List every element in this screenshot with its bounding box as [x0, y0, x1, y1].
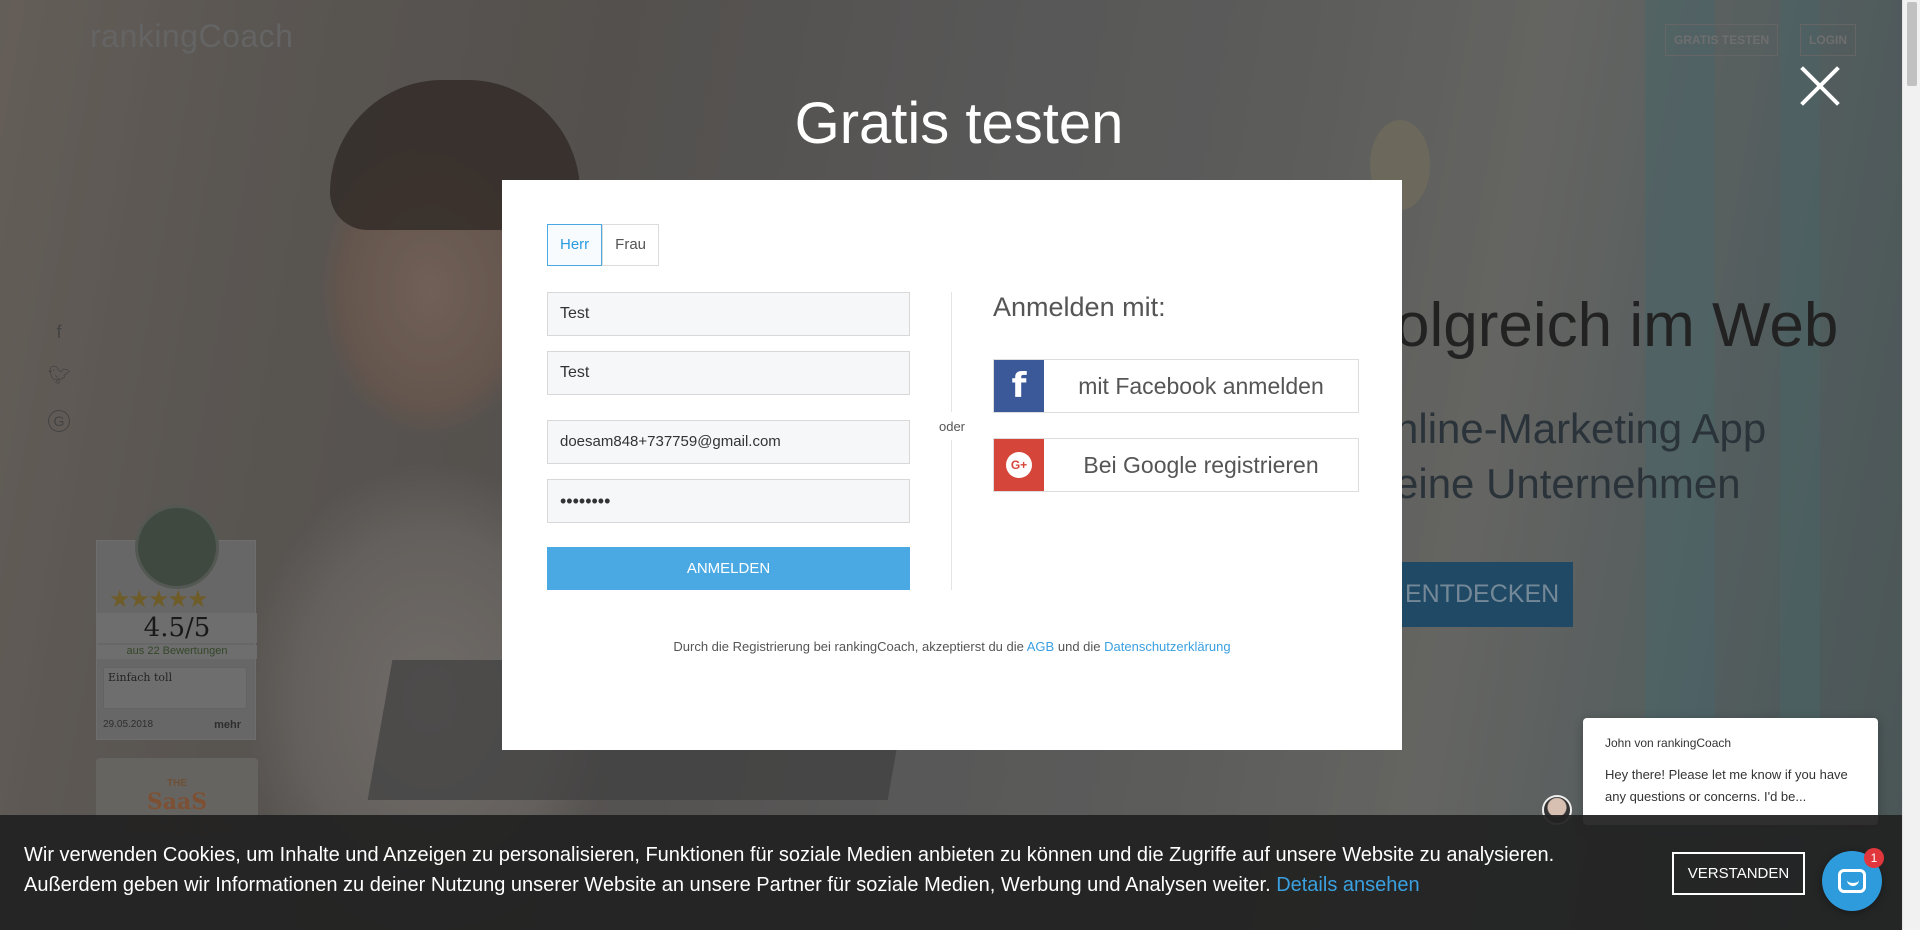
- last-name-field[interactable]: Test: [547, 351, 910, 395]
- cookie-text-line2: Außerdem geben wir Informationen zu dein…: [24, 874, 1271, 896]
- signup-modal: Herr Frau Test Test doesam848+737759@gma…: [502, 180, 1402, 750]
- divider-or-label: oder: [938, 419, 966, 434]
- social-login-title: Anmelden mit:: [993, 292, 1166, 322]
- page-scrollbar[interactable]: [1902, 0, 1920, 930]
- salutation-toggle: Herr Frau: [547, 224, 660, 266]
- modal-title: Gratis testen: [794, 91, 1124, 156]
- close-icon[interactable]: [1795, 60, 1845, 110]
- terms-prefix: Durch die Registrierung bei rankingCoach…: [673, 639, 1024, 654]
- salutation-herr[interactable]: Herr: [547, 224, 603, 266]
- privacy-link[interactable]: Datenschutzerklärung: [1104, 639, 1230, 654]
- chat-unread-badge: 1: [1864, 848, 1884, 868]
- salutation-frau[interactable]: Frau: [602, 225, 658, 265]
- facebook-icon: f: [994, 360, 1044, 412]
- chat-message: Hey there! Please let me know if you hav…: [1605, 767, 1848, 804]
- google-register-label: Bei Google registrieren: [1083, 451, 1319, 478]
- chat-bubble-icon: [1838, 869, 1866, 893]
- chat-sender: John von rankingCoach: [1605, 736, 1732, 750]
- divider-line: [951, 440, 952, 590]
- facebook-login-button[interactable]: f mit Facebook anmelden: [993, 359, 1359, 413]
- cookie-text: Wir verwenden Cookies, um Inhalte und An…: [24, 840, 1554, 900]
- cookie-banner: Wir verwenden Cookies, um Inhalte und An…: [0, 815, 1902, 930]
- chat-preview-card[interactable]: John von rankingCoach Hey there! Please …: [1583, 718, 1878, 825]
- facebook-login-label: mit Facebook anmelden: [1078, 372, 1324, 399]
- submit-button[interactable]: ANMELDEN: [547, 547, 910, 590]
- password-field[interactable]: ••••••••: [547, 479, 910, 523]
- cookie-text-line1: Wir verwenden Cookies, um Inhalte und An…: [24, 844, 1555, 866]
- first-name-field[interactable]: Test: [547, 292, 910, 336]
- scrollbar-thumb[interactable]: [1907, 2, 1917, 86]
- cookie-accept-button[interactable]: VERSTANDEN: [1672, 852, 1805, 895]
- google-register-button[interactable]: G+ Bei Google registrieren: [993, 438, 1359, 492]
- google-plus-icon: G+: [994, 439, 1044, 491]
- cookie-details-link[interactable]: Details ansehen: [1276, 874, 1419, 896]
- terms-middle: und die: [1057, 639, 1101, 654]
- email-field[interactable]: doesam848+737759@gmail.com: [547, 420, 910, 464]
- agb-link[interactable]: AGB: [1027, 639, 1054, 654]
- terms-notice: Durch die Registrierung bei rankingCoach…: [502, 639, 1402, 654]
- divider-line: [951, 292, 952, 412]
